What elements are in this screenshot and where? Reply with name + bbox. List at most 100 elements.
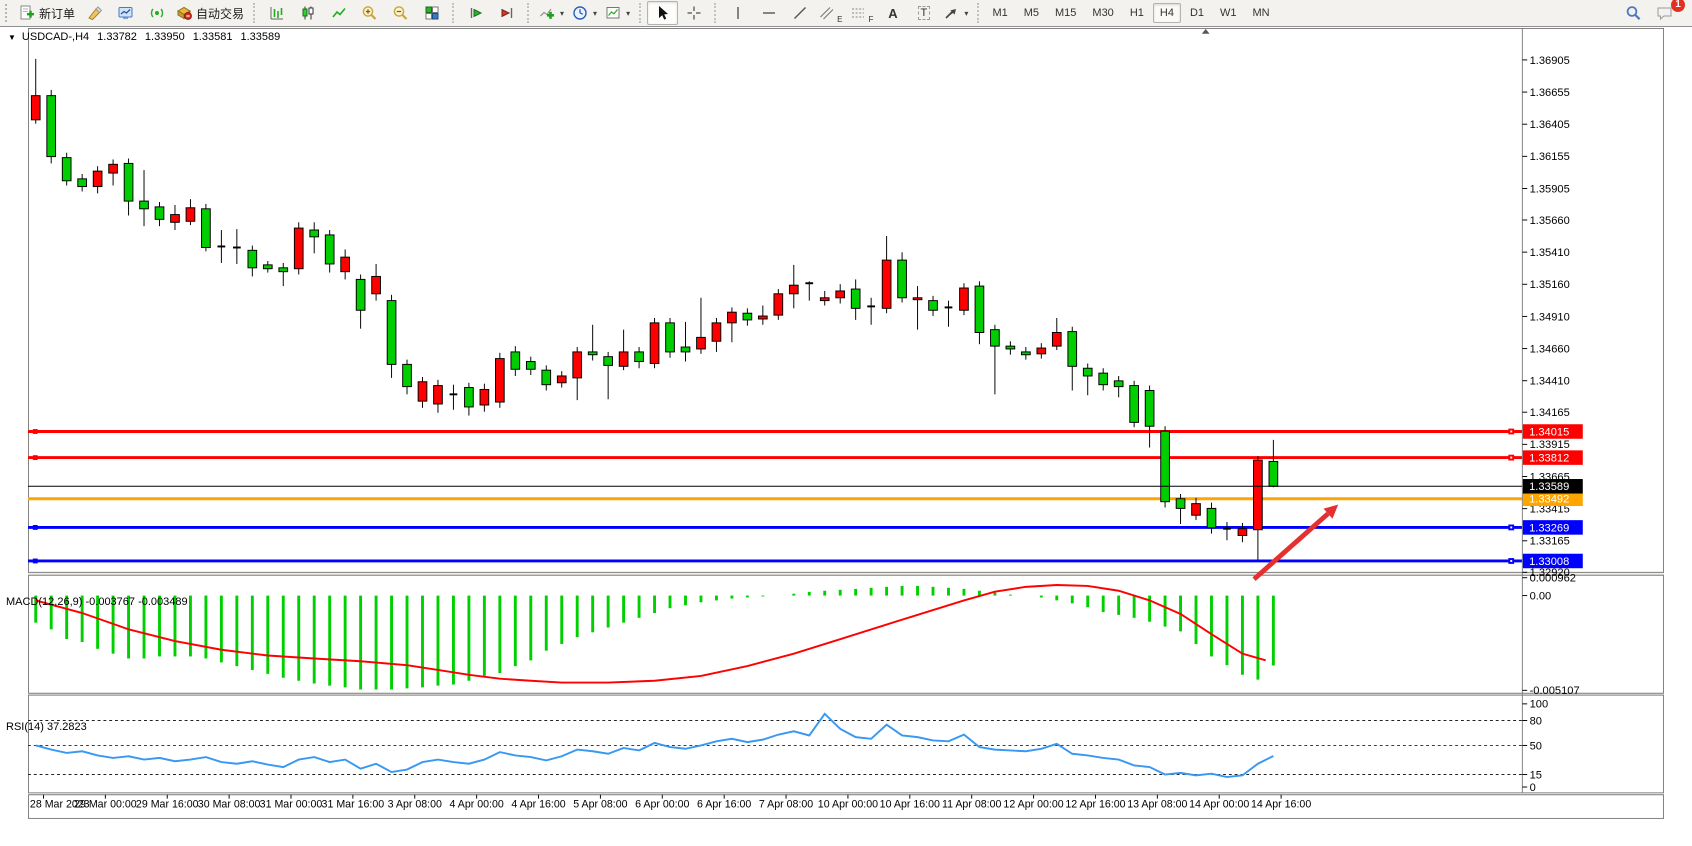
channel-icon (819, 5, 835, 21)
candle-body (31, 96, 40, 120)
search-icon (1625, 5, 1642, 21)
candle-body (1114, 381, 1123, 387)
time-tick-label: 31 Mar 16:00 (322, 798, 385, 810)
price-tick-label: 1.36905 (1530, 55, 1570, 67)
macd-axis-label: 0.000962 (1530, 573, 1576, 585)
price-badge-label: 1.33812 (1529, 452, 1569, 464)
candle-body (387, 301, 396, 365)
price-tick-label: 1.34660 (1530, 343, 1570, 355)
line-handle-left[interactable] (33, 559, 38, 564)
text-label-button[interactable]: T (908, 1, 939, 25)
chart-window[interactable]: 1.369051.366551.364051.361551.359051.356… (0, 28, 1692, 846)
timeframe-button-D1[interactable]: D1 (1183, 3, 1211, 23)
fibonacci-button[interactable]: F (846, 1, 877, 25)
trendline-button[interactable] (784, 1, 815, 25)
candle-body (480, 389, 489, 405)
price-tick-label: 1.36405 (1530, 119, 1570, 131)
timeframe-button-H1[interactable]: H1 (1123, 3, 1151, 23)
time-tick-label: 4 Apr 00:00 (449, 798, 503, 810)
price-badge-label: 1.33269 (1529, 522, 1569, 534)
time-tick-label: 3 Apr 08:00 (388, 798, 442, 810)
candle-body (1238, 529, 1247, 536)
candle-body (124, 163, 133, 201)
ohlc-high: 1.33950 (145, 31, 185, 43)
candle-body (310, 230, 319, 237)
text-label-icon: T (918, 6, 931, 20)
candle-body (960, 288, 969, 310)
arrows-button[interactable]: ▾ (939, 1, 972, 25)
metaeditor-button[interactable] (79, 1, 110, 25)
horizontal-line-button[interactable] (753, 1, 784, 25)
candle-body (495, 359, 504, 402)
time-tick-label: 6 Apr 00:00 (635, 798, 689, 810)
new-order-button[interactable]: 新订单 (15, 1, 79, 25)
candle-body (1006, 346, 1015, 349)
zoom-in-button[interactable] (354, 1, 385, 25)
auto-scroll-button[interactable] (460, 1, 491, 25)
candle-body (975, 286, 984, 332)
toolbar-separator (253, 3, 256, 23)
candle-body (635, 352, 644, 362)
candle-body (434, 386, 443, 404)
toolbar-separator (527, 3, 530, 23)
candle-body (1145, 390, 1154, 426)
market-watch-button[interactable] (110, 1, 141, 25)
candle-body (1130, 386, 1139, 423)
candle-body (294, 228, 303, 269)
time-tick-label: 4 Apr 16:00 (511, 798, 565, 810)
candle-body (991, 330, 1000, 346)
notifications-button[interactable]: 1 (1649, 1, 1680, 25)
timeframe-button-W1[interactable]: W1 (1213, 3, 1244, 23)
equidistant-channel-button[interactable]: E (815, 1, 846, 25)
ohlc-open: 1.33782 (97, 31, 137, 43)
dropdown-caret: ▾ (560, 9, 564, 18)
candle-body (526, 362, 535, 370)
timeframe-button-H4[interactable]: H4 (1153, 3, 1181, 23)
tile-windows-button[interactable] (416, 1, 447, 25)
toolbar-separator (452, 3, 455, 23)
rsi-axis-label: 100 (1530, 699, 1549, 711)
search-button[interactable] (1618, 1, 1649, 25)
time-tick-label: 13 Apr 08:00 (1127, 798, 1187, 810)
time-tick-label: 11 Apr 08:00 (942, 798, 1002, 810)
time-tick-label: 14 Apr 16:00 (1251, 798, 1311, 810)
time-tick-label: 5 Apr 08:00 (573, 798, 627, 810)
periods-button[interactable]: ▾ (568, 1, 601, 25)
candle-body (743, 313, 752, 320)
cursor-button[interactable] (647, 1, 678, 25)
price-tick-label: 1.35160 (1530, 279, 1570, 291)
timeframe-button-M5[interactable]: M5 (1017, 3, 1046, 23)
indicators-button[interactable]: ▾ (535, 1, 568, 25)
candle-body (588, 352, 597, 355)
collapse-ohlc-icon[interactable]: ▼ (8, 33, 16, 42)
crosshair-icon (686, 5, 702, 21)
signals-button[interactable] (141, 1, 172, 25)
zoom-out-button[interactable] (385, 1, 416, 25)
crosshair-button[interactable] (678, 1, 709, 25)
candle-body (47, 96, 56, 157)
toolbar-separator (977, 3, 980, 23)
candlestick-chart-button[interactable] (292, 1, 323, 25)
candle-body (758, 316, 767, 319)
line-handle-left[interactable] (33, 455, 38, 460)
price-tick-label: 1.33915 (1530, 439, 1570, 451)
main-toolbar: 新订单 (0, 0, 1692, 27)
toolbar-grip[interactable] (5, 4, 11, 22)
chart-canvas[interactable]: 1.369051.366551.364051.361551.359051.356… (0, 28, 1692, 846)
chart-shift-button[interactable] (491, 1, 522, 25)
templates-button[interactable]: ▾ (601, 1, 634, 25)
timeframe-button-M15[interactable]: M15 (1048, 3, 1083, 23)
autotrading-button[interactable]: 自动交易 (172, 1, 248, 25)
timeframe-button-M30[interactable]: M30 (1085, 3, 1120, 23)
line-chart-button[interactable] (323, 1, 354, 25)
bar-chart-button[interactable] (261, 1, 292, 25)
line-handle-left[interactable] (33, 429, 38, 434)
time-tick-label: 10 Apr 00:00 (818, 798, 878, 810)
line-handle-left[interactable] (33, 525, 38, 530)
time-tick-label: 29 Mar 00:00 (74, 798, 137, 810)
text-button[interactable]: A (877, 1, 908, 25)
timeframe-button-MN[interactable]: MN (1246, 3, 1277, 23)
vertical-line-button[interactable] (722, 1, 753, 25)
candle-body (836, 291, 845, 298)
timeframe-button-M1[interactable]: M1 (985, 3, 1014, 23)
